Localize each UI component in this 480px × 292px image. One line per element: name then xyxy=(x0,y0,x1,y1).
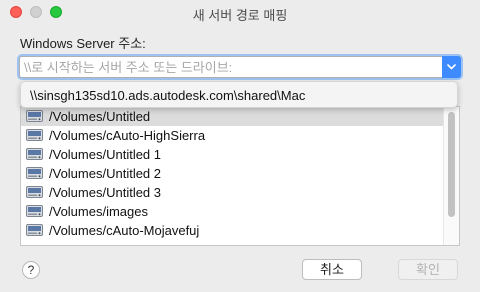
hard-drive-icon xyxy=(26,129,43,141)
volume-path: /Volumes/cAuto-Mojavefuj xyxy=(49,223,200,238)
hard-drive-icon xyxy=(26,205,43,217)
volume-path: /Volumes/Untitled 2 xyxy=(49,166,162,181)
help-button[interactable]: ? xyxy=(22,261,40,279)
volume-path: /Volumes/images xyxy=(49,204,148,219)
volume-list-item[interactable]: /Volumes/Untitled xyxy=(21,107,444,126)
hard-drive-icon xyxy=(26,186,43,198)
address-suggestion-item[interactable]: \\sinsgh135sd10.ads.autodesk.com\shared\… xyxy=(30,88,305,103)
chevron-down-icon xyxy=(447,64,456,70)
volume-list-scrollbar[interactable] xyxy=(443,107,459,245)
volume-list-item[interactable]: /Volumes/images xyxy=(21,202,444,221)
new-server-path-mapping-dialog: 새 서버 경로 매핑 Windows Server 주소: \\sinsgh13… xyxy=(0,0,480,292)
volume-list[interactable]: /Volumes/Untitled/Volumes/cAuto-HighSier… xyxy=(20,106,460,246)
combobox-dropdown-button[interactable] xyxy=(442,56,461,78)
volume-path: /Volumes/Untitled 3 xyxy=(49,185,162,200)
hard-drive-icon xyxy=(26,224,43,236)
volume-path: /Volumes/Untitled 1 xyxy=(49,147,162,162)
volume-list-item[interactable]: /Volumes/Untitled 3 xyxy=(21,183,444,202)
volume-list-item[interactable]: /Volumes/Untitled 2 xyxy=(21,164,444,183)
ok-button[interactable]: 확인 xyxy=(398,259,458,280)
server-address-combobox[interactable] xyxy=(19,56,461,78)
server-address-label: Windows Server 주소: xyxy=(20,36,146,51)
title-bar: 새 서버 경로 매핑 xyxy=(0,0,480,24)
address-suggestion-popup[interactable]: \\sinsgh135sd10.ads.autodesk.com\shared\… xyxy=(20,81,458,108)
hard-drive-icon xyxy=(26,110,43,122)
volume-path: /Volumes/cAuto-HighSierra xyxy=(49,128,206,143)
hard-drive-icon xyxy=(26,148,43,160)
hard-drive-icon xyxy=(26,167,43,179)
server-address-input[interactable] xyxy=(24,58,434,76)
volume-list-item[interactable]: /Volumes/cAuto-HighSierra xyxy=(21,126,444,145)
volume-list-item[interactable]: /Volumes/Untitled 1 xyxy=(21,145,444,164)
volume-path: /Volumes/Untitled xyxy=(49,109,151,124)
scrollbar-thumb[interactable] xyxy=(448,112,455,217)
cancel-button[interactable]: 취소 xyxy=(302,259,362,280)
window-title: 새 서버 경로 매핑 xyxy=(192,8,288,23)
volume-list-item[interactable]: /Volumes/cAuto-Mojavefuj xyxy=(21,221,444,240)
